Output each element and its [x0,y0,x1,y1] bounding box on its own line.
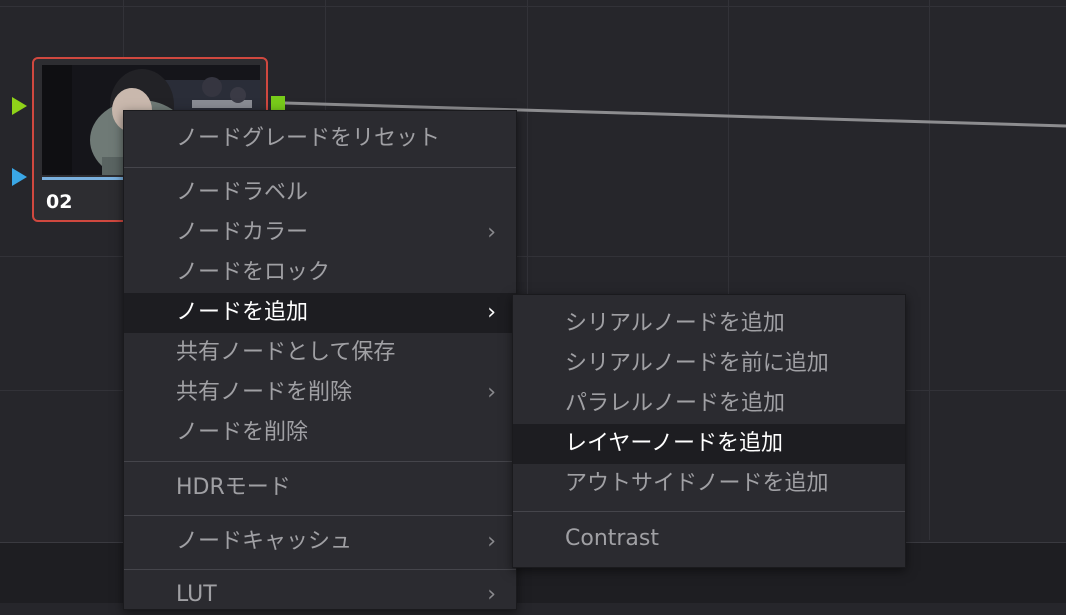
menu-item-save-shared-node[interactable]: 共有ノードとして保存 [124,333,516,373]
submenu-item-add-layer-node[interactable]: レイヤーノードを追加 [513,424,905,464]
rgb-input-port[interactable] [12,97,27,115]
add-node-submenu: シリアルノードを追加 シリアルノードを前に追加 パラレルノードを追加 レイヤーノ… [512,294,906,568]
menu-separator [513,511,905,512]
node-label: 02 [46,191,73,213]
chevron-right-icon: › [487,582,496,607]
menu-item-node-color[interactable]: ノードカラー › [124,213,516,253]
menu-item-lut[interactable]: LUT › [124,575,516,615]
menu-separator [124,515,516,516]
menu-item-delete-node[interactable]: ノードを削除 [124,413,516,453]
chevron-right-icon: › [487,220,496,245]
submenu-item-add-serial-node-before[interactable]: シリアルノードを前に追加 [513,344,905,384]
menu-item-hdr-mode[interactable]: HDRモード [124,468,516,508]
rgb-output-port[interactable] [271,96,285,110]
menu-item-reset-node-grade[interactable]: ノードグレードをリセット [124,119,516,159]
menu-separator [124,569,516,570]
menu-item-lock-node[interactable]: ノードをロック [124,253,516,293]
submenu-item-add-serial-node[interactable]: シリアルノードを追加 [513,304,905,344]
menu-separator [124,167,516,168]
alpha-input-port[interactable] [12,168,27,186]
menu-item-add-node[interactable]: ノードを追加 › [124,293,516,333]
submenu-item-add-outside-node[interactable]: アウトサイドノードを追加 [513,464,905,504]
chevron-right-icon: › [487,300,496,325]
submenu-item-contrast[interactable]: Contrast [513,519,905,559]
menu-separator [124,461,516,462]
menu-item-delete-shared-node[interactable]: 共有ノードを削除 › [124,373,516,413]
node-context-menu: ノードグレードをリセット ノードラベル ノードカラー › ノードをロック ノードを… [123,110,517,610]
menu-item-node-label[interactable]: ノードラベル [124,173,516,213]
chevron-right-icon: › [487,380,496,405]
submenu-item-add-parallel-node[interactable]: パラレルノードを追加 [513,384,905,424]
menu-item-node-cache[interactable]: ノードキャッシュ › [124,522,516,562]
chevron-right-icon: › [487,529,496,554]
